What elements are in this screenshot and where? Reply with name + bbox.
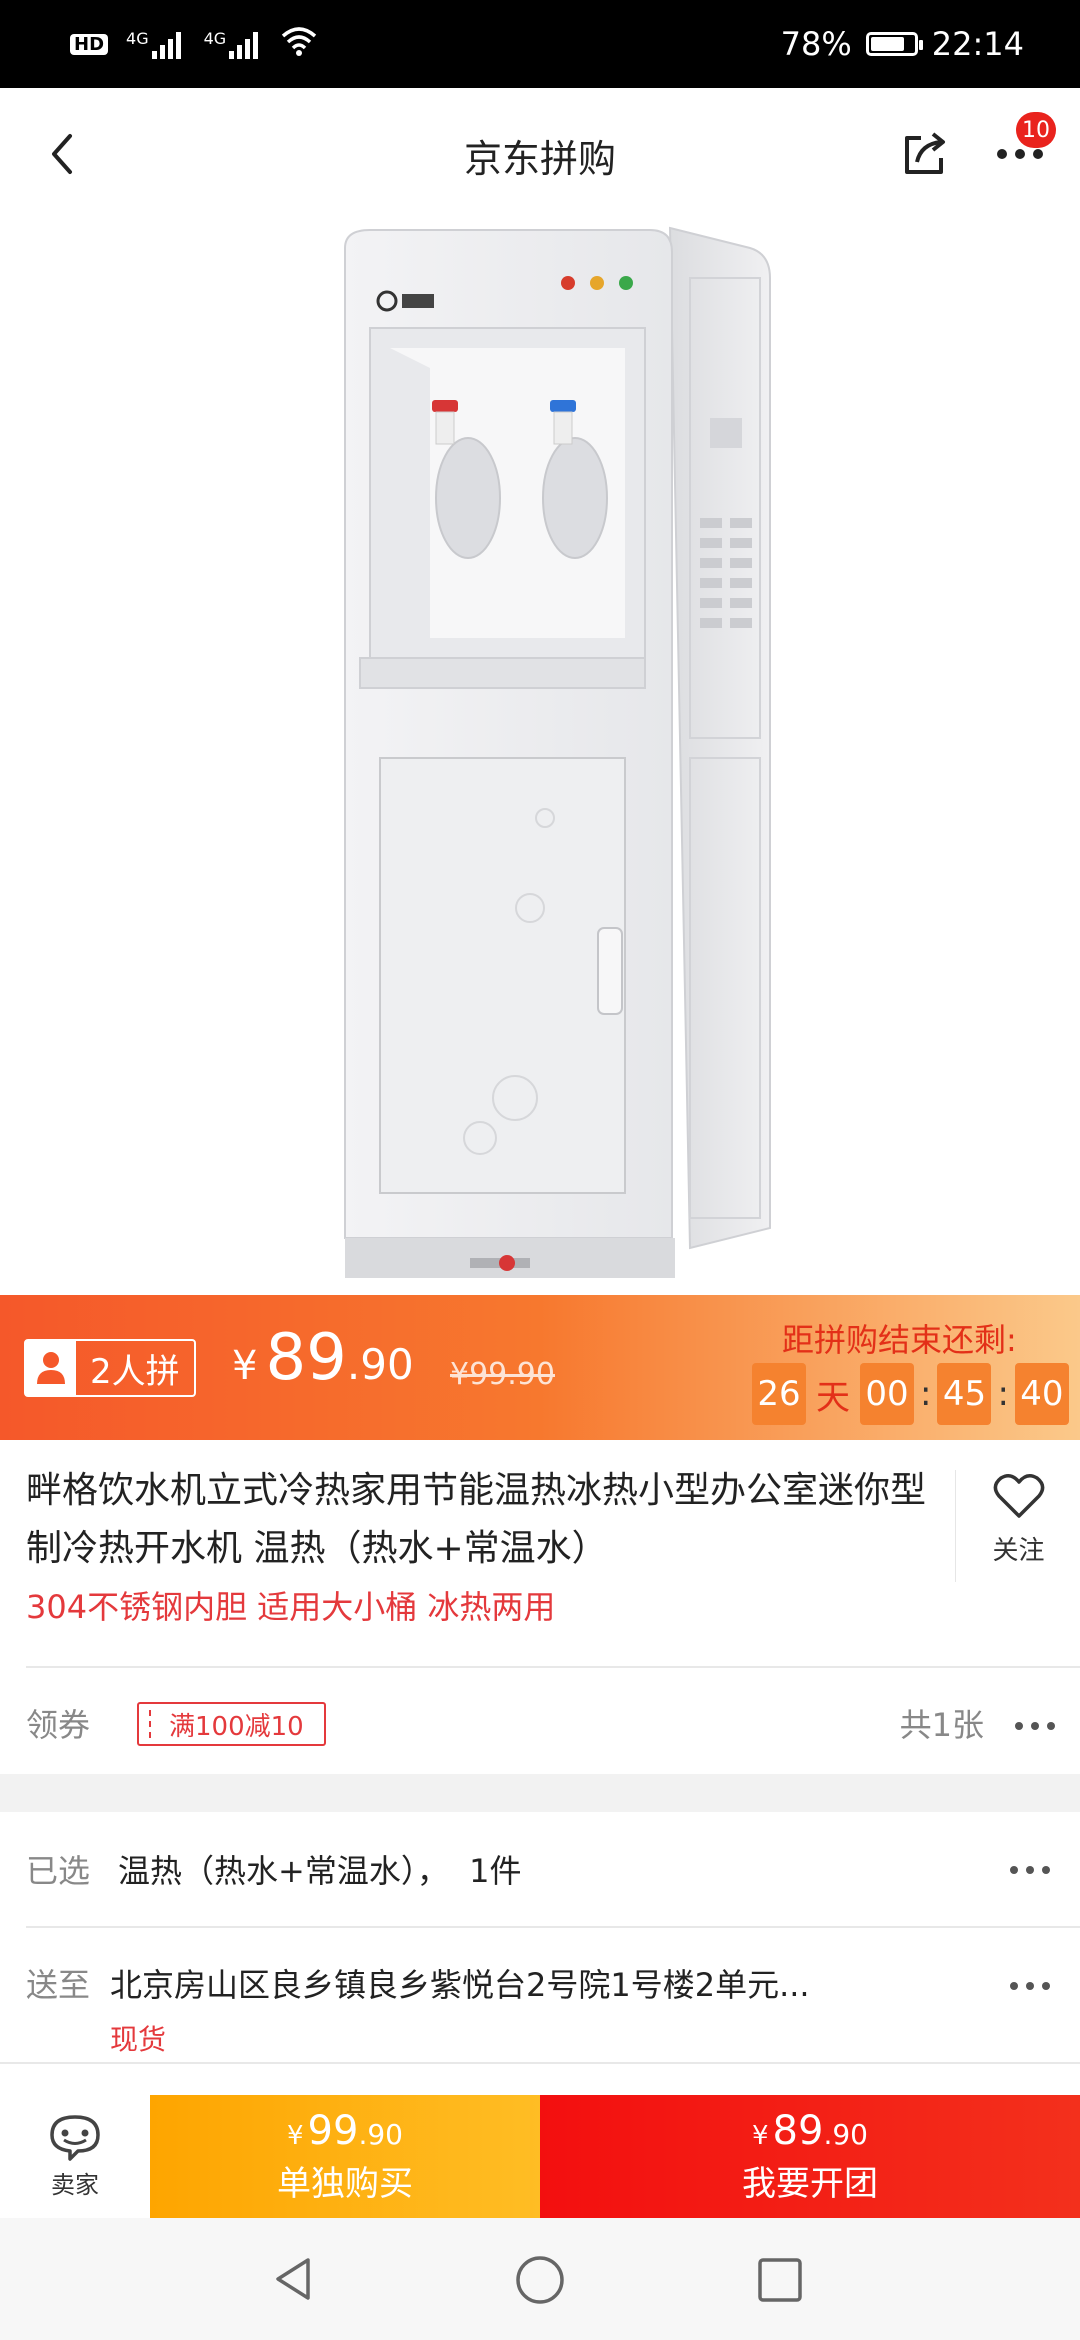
seller-label: 卖家 bbox=[51, 2171, 99, 2199]
buy-alone-button[interactable]: ¥ 99 .90 单独购买 bbox=[150, 2095, 540, 2218]
stock-status: 现货 bbox=[110, 2023, 167, 2056]
start-group-button[interactable]: ¥ 89 .90 我要开团 bbox=[540, 2095, 1080, 2218]
selected-label: 已选 bbox=[26, 1852, 91, 1890]
delivery-address: 北京房山区良乡镇良乡紫悦台2号院1号楼2单元... bbox=[110, 1966, 810, 2004]
signal-4g-icon-2: 4G bbox=[204, 29, 264, 59]
follow-button[interactable]: 关注 bbox=[955, 1470, 1080, 1582]
follow-label: 关注 bbox=[992, 1536, 1045, 1566]
battery-percent: 78% bbox=[780, 25, 852, 63]
water-dispenser-illustration bbox=[344, 226, 771, 1278]
selected-spec-row[interactable]: 已选 温热（热水+常温水）， 1件 bbox=[0, 1812, 1080, 1928]
wifi-icon bbox=[281, 26, 317, 62]
share-button[interactable] bbox=[895, 124, 955, 184]
coupon-perforation bbox=[149, 1710, 151, 1738]
battery-icon bbox=[865, 32, 923, 56]
product-subtitle: 304不锈钢内胆 适用大小桶 冰热两用 bbox=[26, 1588, 556, 1626]
price-decimal: .90 bbox=[358, 2118, 403, 2151]
circle-home-icon bbox=[516, 2256, 564, 2304]
delivery-label: 送至 bbox=[26, 1966, 91, 2004]
currency-symbol: ¥ bbox=[232, 1343, 258, 1389]
group-size-tag: 2人拼 bbox=[24, 1339, 196, 1397]
triangle-back-icon bbox=[276, 2258, 310, 2300]
countdown-hours: 00 bbox=[860, 1363, 914, 1425]
original-price: ¥99.90 bbox=[450, 1357, 555, 1392]
nav-back-button[interactable] bbox=[270, 2254, 320, 2304]
selected-value: 温热（热水+常温水）， 1件 bbox=[118, 1852, 522, 1890]
product-image[interactable] bbox=[0, 218, 1080, 1295]
nav-home-button[interactable] bbox=[514, 2254, 566, 2306]
message-badge: 10 bbox=[1016, 112, 1056, 148]
single-price: ¥ 99 .90 bbox=[287, 2108, 403, 2154]
delivery-row[interactable]: 送至 北京房山区良乡镇良乡紫悦台2号院1号楼2单元... 现货 bbox=[0, 1930, 1080, 2060]
clock: 22:14 bbox=[931, 25, 1024, 63]
divider bbox=[26, 1666, 1080, 1668]
divider bbox=[0, 2062, 1080, 2064]
countdown-days: 26 bbox=[752, 1363, 806, 1425]
status-bar: HD 4G 4G 78% 22:14 bbox=[0, 0, 1080, 88]
coupon-tag[interactable]: 满100减10 bbox=[137, 1702, 326, 1746]
currency-symbol: ¥ bbox=[287, 2121, 304, 2151]
price-decimal: .90 bbox=[823, 2118, 868, 2151]
price-integer: 99 bbox=[307, 2108, 359, 2154]
coupon-row[interactable]: 领券 满100减10 共1张 bbox=[0, 1670, 1080, 1774]
countdown-timer: 26 天 00 : 45 : 40 bbox=[752, 1363, 1069, 1425]
signal-4g-icon: 4G bbox=[126, 29, 186, 59]
heart-icon bbox=[993, 1474, 1044, 1518]
group-buy-price-banner: 2人拼 ¥ 89 .90 ¥99.90 距拼购结束还剩: 26 天 00 : 4… bbox=[0, 1295, 1080, 1440]
countdown-minutes: 45 bbox=[937, 1363, 992, 1425]
product-title: 畔格饮水机立式冷热家用节能温热冰热小型办公室迷你型制冷热开水机 温热（热水+常温… bbox=[26, 1470, 927, 1569]
countdown-label: 距拼购结束还剩: bbox=[782, 1321, 1017, 1359]
coupon-tag-label: 满100减10 bbox=[169, 1711, 304, 1742]
countdown-sep: : bbox=[997, 1374, 1009, 1414]
chat-bubble-icon bbox=[50, 2115, 100, 2161]
share-icon bbox=[905, 132, 945, 174]
price-decimal: .90 bbox=[346, 1340, 414, 1389]
person-icon bbox=[26, 1341, 76, 1395]
start-group-label: 我要开团 bbox=[742, 2164, 878, 2204]
bottom-action-bar: 卖家 ¥ 99 .90 单独购买 ¥ 89 .90 我要开团 bbox=[0, 2095, 1080, 2218]
countdown-sep: : bbox=[920, 1374, 932, 1414]
more-dots-icon bbox=[1010, 1980, 1050, 1992]
more-dots-icon bbox=[1010, 1864, 1050, 1876]
nav-recents-button[interactable] bbox=[756, 2256, 804, 2304]
coupon-count: 共1张 bbox=[899, 1706, 984, 1744]
coupon-label: 领券 bbox=[26, 1706, 91, 1744]
seller-button[interactable]: 卖家 bbox=[0, 2095, 150, 2218]
top-nav-bar: 京东拼购 10 bbox=[0, 88, 1080, 218]
group-button-price: ¥ 89 .90 bbox=[752, 2108, 868, 2154]
group-size-label: 2人拼 bbox=[90, 1351, 180, 1392]
more-dots-icon bbox=[1015, 1720, 1055, 1732]
product-title-section: 畔格饮水机立式冷热家用节能温热冰热小型办公室迷你型制冷热开水机 温热（热水+常温… bbox=[0, 1440, 1080, 1668]
divider bbox=[26, 1926, 1080, 1928]
price-integer: 89 bbox=[265, 1321, 347, 1395]
hd-icon: HD bbox=[70, 33, 109, 55]
section-gap bbox=[0, 1774, 1080, 1812]
countdown-seconds: 40 bbox=[1014, 1363, 1069, 1425]
price-integer: 89 bbox=[772, 2108, 824, 2154]
status-left-icons: HD 4G 4G bbox=[70, 24, 317, 64]
group-price: ¥ 89 .90 bbox=[232, 1321, 414, 1395]
countdown-days-unit: 天 bbox=[816, 1377, 850, 1418]
system-navigation-bar bbox=[0, 2218, 1080, 2340]
status-right: 78% 22:14 bbox=[781, 22, 1024, 66]
buy-alone-label: 单独购买 bbox=[277, 2164, 413, 2204]
square-recents-icon bbox=[758, 2258, 802, 2302]
currency-symbol: ¥ bbox=[752, 2121, 769, 2151]
